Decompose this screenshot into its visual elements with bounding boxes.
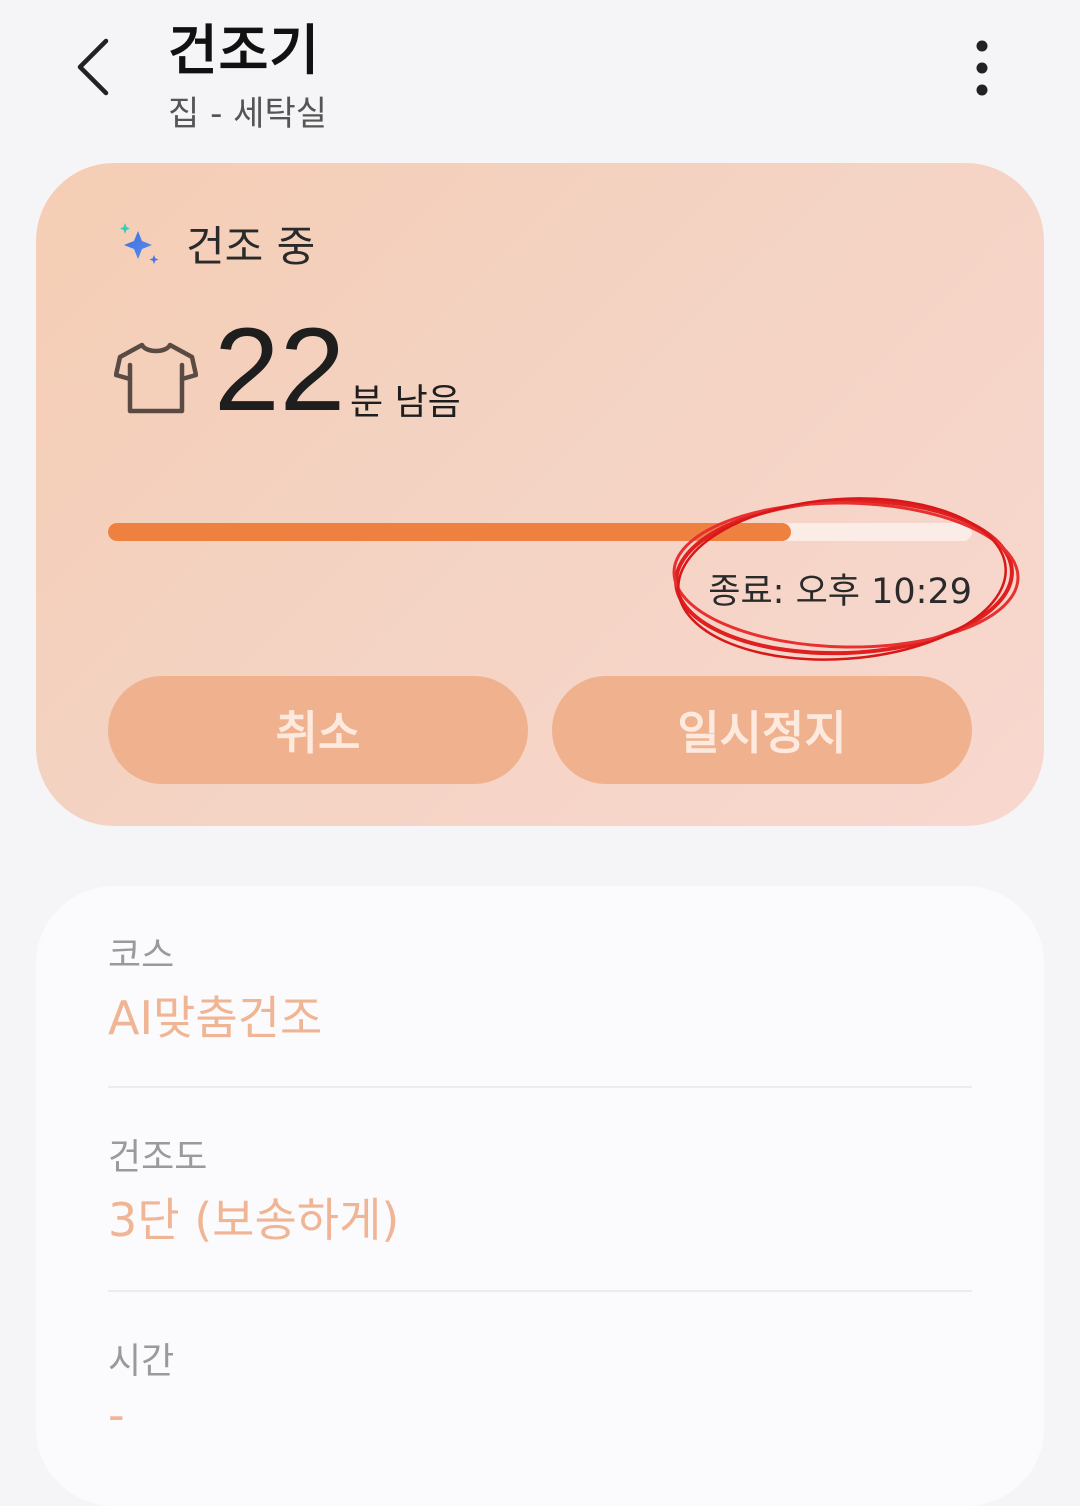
time-value: - [108,1388,125,1442]
divider [108,1290,972,1292]
dryness-value: 3단 (보송하게) [108,1193,400,1247]
app-header: 건조기 집 - 세탁실 [0,0,1080,150]
dryer-status-card: 건조 중 22 분 남음 종료: 오후 10:29 취소 일시정지 [36,163,1044,826]
divider [108,1086,972,1088]
time-label: 시간 [108,1341,175,1382]
page-title: 건조기 [168,19,321,82]
remaining-minutes: 22 [214,304,346,436]
progress-fill [108,523,791,541]
progress-bar [108,523,972,541]
pause-button[interactable]: 일시정지 [552,676,972,784]
chevron-left-icon [77,38,109,96]
more-options-button[interactable] [950,36,1014,100]
more-vertical-icon [976,40,988,96]
settings-card: 코스 AI맞춤건조 건조도 3단 (보송하게) 시간 - [36,886,1044,1506]
course-value: AI맞춤건조 [108,991,323,1045]
cancel-button[interactable]: 취소 [108,676,528,784]
course-item[interactable]: 코스 AI맞춤건조 [108,926,972,1048]
time-item[interactable]: 시간 - [108,1332,972,1442]
shirt-icon [114,342,198,414]
remaining-unit: 분 남음 [350,382,461,423]
status-row: 건조 중 [116,213,315,274]
page-subtitle: 집 - 세탁실 [168,94,328,134]
status-text: 건조 중 [186,222,316,271]
back-button[interactable] [62,32,126,102]
course-label: 코스 [108,935,175,976]
ai-sparkle-icon [120,222,159,264]
dryness-label: 건조도 [108,1137,208,1178]
dryness-item[interactable]: 건조도 3단 (보송하게) [108,1128,972,1250]
end-time: 종료: 오후 10:29 [708,572,972,612]
